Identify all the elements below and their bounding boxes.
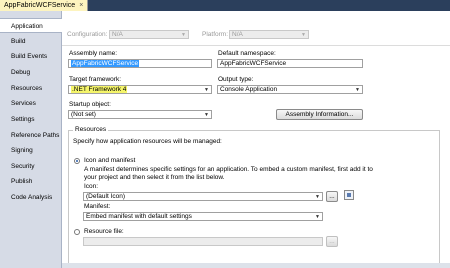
property-sidebar: Application Build Build Events Debug Res… (0, 11, 62, 268)
icon-value: (Default Icon) (86, 193, 126, 200)
chevron-down-icon: ▼ (355, 87, 360, 93)
resources-group-title: Resources (73, 126, 109, 133)
sidebar-item-build-events[interactable]: Build Events (0, 49, 61, 64)
sidebar-item-code-analysis[interactable]: Code Analysis (0, 190, 61, 205)
icon-browse-button[interactable]: ... (326, 191, 338, 202)
divider (62, 45, 450, 46)
sidebar-item-build[interactable]: Build (0, 34, 61, 49)
output-type-select[interactable]: Console Application ▼ (217, 85, 363, 94)
sidebar-item-settings[interactable]: Settings (0, 112, 61, 127)
document-tab-title: AppFabricWCFService (4, 2, 76, 9)
startup-object-value: (Not set) (71, 111, 96, 118)
manifest-select[interactable]: Embed manifest with default settings ▼ (83, 212, 323, 221)
application-icon (347, 193, 351, 197)
target-framework-label: Target framework: (69, 76, 122, 83)
chevron-down-icon: ▼ (301, 32, 306, 38)
resources-intro: Specify how application resources will b… (73, 138, 222, 145)
close-icon[interactable]: × (79, 2, 83, 9)
startup-object-select[interactable]: (Not set) ▼ (68, 110, 212, 119)
manifest-description-line2: your project and then select it from the… (84, 174, 225, 181)
chevron-down-icon: ▼ (181, 32, 186, 38)
icon-select[interactable]: (Default Icon) ▼ (83, 192, 323, 201)
resource-file-label: Resource file: (84, 228, 124, 235)
application-page: Configuration: N/A ▼ Platform: N/A ▼ Assem… (62, 11, 450, 268)
chevron-down-icon: ▼ (315, 194, 320, 200)
resource-file-browse-button: ... (326, 236, 338, 247)
sidebar-item-resources[interactable]: Resources (0, 81, 61, 96)
default-namespace-input[interactable]: AppFabricWCFService (217, 59, 363, 68)
document-tab-bar: AppFabricWCFService × (0, 0, 450, 11)
manifest-description-line1: A manifest determines specific settings … (84, 166, 373, 173)
resource-file-radio[interactable] (74, 229, 80, 235)
assembly-name-label: Assembly name: (69, 50, 118, 57)
manifest-value: Embed manifest with default settings (86, 213, 192, 220)
configuration-select: N/A ▼ (109, 30, 189, 39)
icon-preview (344, 190, 354, 200)
icon-and-manifest-radio[interactable] (74, 158, 80, 164)
sidebar-item-signing[interactable]: Signing (0, 143, 61, 158)
default-namespace-label: Default namespace: (218, 50, 276, 57)
sidebar-item-debug[interactable]: Debug (0, 65, 61, 80)
sidebar-item-security[interactable]: Security (0, 159, 61, 174)
output-type-label: Output type: (218, 76, 254, 83)
bottom-scroll-area (62, 263, 450, 268)
sidebar-item-services[interactable]: Services (0, 96, 61, 111)
default-namespace-value: AppFabricWCFService (220, 60, 287, 67)
target-framework-select[interactable]: .NET Framework 4 ▼ (68, 85, 212, 94)
configuration-value: N/A (112, 31, 123, 38)
chevron-down-icon: ▼ (315, 214, 320, 220)
chevron-down-icon: ▼ (204, 112, 209, 118)
startup-object-label: Startup object: (69, 101, 111, 108)
document-tab[interactable]: AppFabricWCFService × (0, 0, 89, 11)
icon-label: Icon: (84, 183, 99, 190)
sidebar-item-reference-paths[interactable]: Reference Paths (0, 128, 61, 143)
assembly-name-input[interactable]: AppFabricWCFService (68, 59, 212, 68)
platform-value: N/A (232, 31, 243, 38)
manifest-label: Manifest: (84, 203, 111, 210)
assembly-information-button[interactable]: Assembly Information... (276, 109, 363, 120)
platform-select: N/A ▼ (229, 30, 309, 39)
resource-file-input (83, 237, 323, 246)
icon-and-manifest-label: Icon and manifest (84, 157, 136, 164)
target-framework-value: .NET Framework 4 (71, 86, 128, 93)
chevron-down-icon: ▼ (204, 87, 209, 93)
sidebar-item-application[interactable]: Application (0, 18, 62, 33)
configuration-label: Configuration: (67, 31, 108, 38)
output-type-value: Console Application (220, 86, 278, 93)
platform-label: Platform: (202, 31, 229, 38)
sidebar-item-publish[interactable]: Publish (0, 174, 61, 189)
assembly-name-value: AppFabricWCFService (71, 60, 140, 67)
